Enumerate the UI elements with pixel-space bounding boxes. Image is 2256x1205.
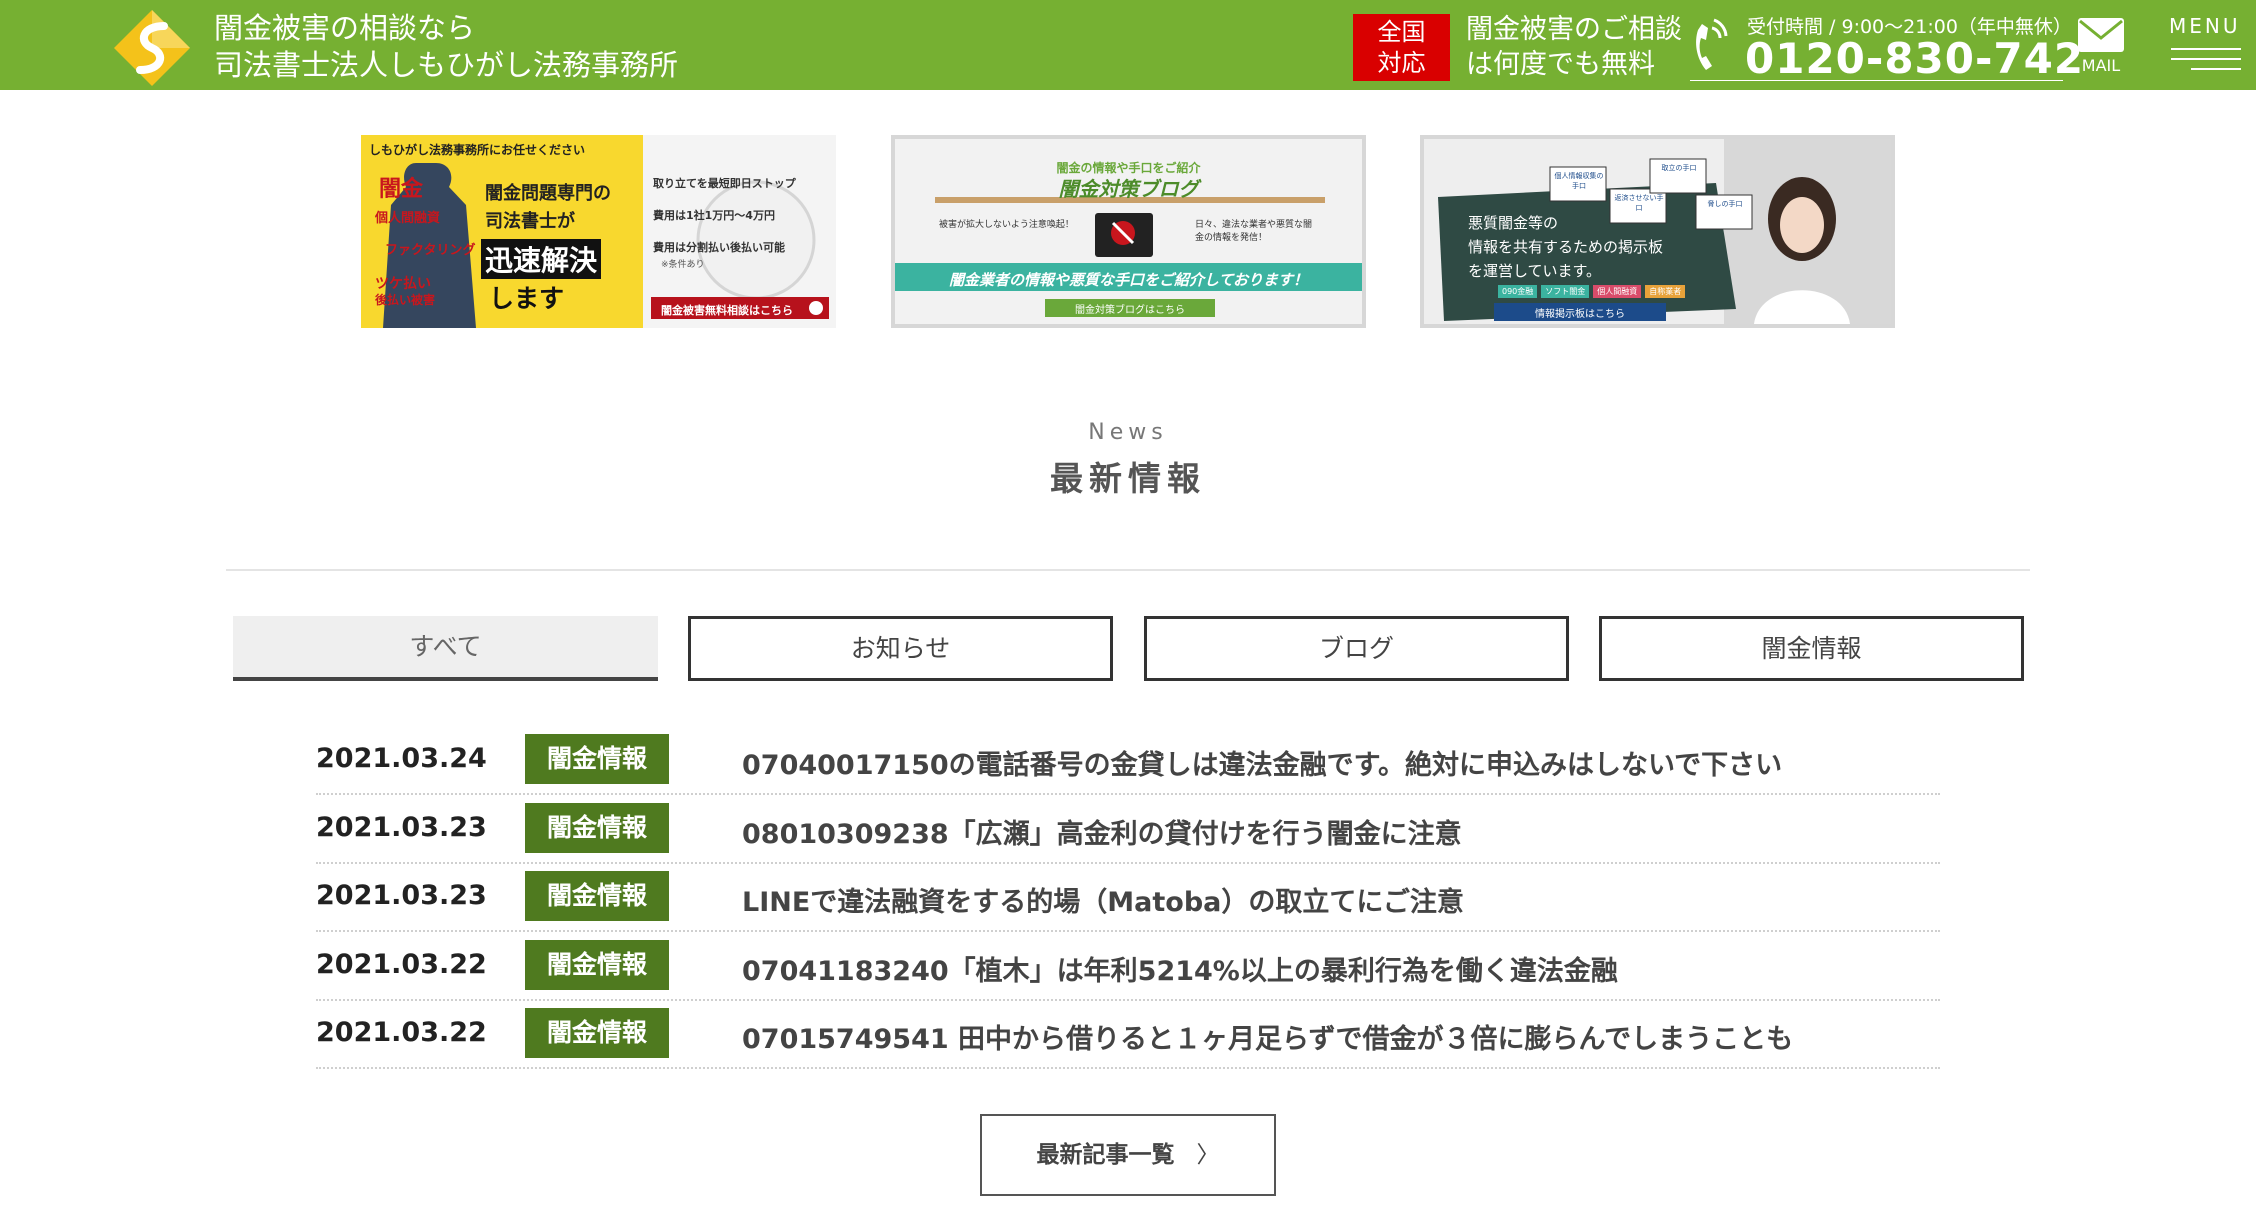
news-date: 2021.03.22	[316, 1017, 487, 1048]
brand-name[interactable]: 闇金被害の相談なら 司法書士法人しもひがし法務事務所	[214, 10, 678, 84]
tab-notices[interactable]: お知らせ	[688, 616, 1113, 681]
banner1-word: 個人間融資	[375, 211, 441, 226]
phone-underline	[1690, 80, 2063, 81]
hamburger-bar	[2191, 68, 2241, 70]
banner3-cta[interactable]: 情報掲示板はこちら	[1494, 305, 1666, 320]
menu-button[interactable]: MENU	[2165, 14, 2243, 74]
nationwide-badge: 全国 対応	[1353, 14, 1450, 81]
banner3-text: 悪質闇金等の 情報を共有するための掲示板 を運営しています。	[1468, 214, 1664, 280]
banner1-cta[interactable]: 闇金被害無料相談はこちら	[661, 302, 793, 318]
tab-yamikin-info[interactable]: 闇金情報	[1599, 616, 2024, 681]
news-category-badge[interactable]: 闇金情報	[525, 940, 669, 990]
news-date: 2021.03.23	[316, 812, 487, 843]
news-date: 2021.03.22	[316, 949, 487, 980]
news-title-link[interactable]: LINEで違法融資をする的場（Matoba）の取立てにご注意	[742, 880, 1464, 919]
news-category-badge[interactable]: 闇金情報	[525, 803, 669, 853]
section-divider	[226, 569, 2030, 571]
news-row[interactable]: 2021.03.22 闇金情報 07041183240「植木」は年利5214%以…	[316, 931, 1940, 1001]
latest-articles-label: 最新記事一覧	[1036, 1142, 1175, 1168]
banner2-note: 被害が拡大しないよう注意喚起！	[939, 220, 1074, 230]
news-heading: 最新情報	[1050, 459, 1206, 498]
banner3-tag: 個人間融資	[1593, 285, 1642, 298]
tab-blog[interactable]: ブログ	[1144, 616, 1569, 681]
banner1-note: ※条件あり	[661, 260, 705, 270]
banner1-point: 費用は1社1万円～4万円	[653, 209, 775, 222]
news-category-badge[interactable]: 闇金情報	[525, 871, 669, 921]
latest-articles-button[interactable]: 最新記事一覧 〉	[980, 1114, 1276, 1196]
tab-all[interactable]: すべて	[233, 616, 658, 681]
banner3-card: 個人情報収集の手口	[1554, 172, 1604, 190]
banner1-point: 取り立てを最短即日ストップ	[653, 177, 796, 190]
banner2-note: 日々、違法な業者や悪質な闇金の情報を発信！	[1195, 220, 1313, 243]
news-date: 2021.03.24	[316, 743, 487, 774]
phone-number-link[interactable]: 0120-830-742	[1745, 34, 2084, 83]
banner2-stripe: 闇金業者の情報や悪質な手口をご紹介しております！	[948, 271, 1309, 289]
site-header: 闇金被害の相談なら 司法書士法人しもひがし法務事務所 全国 対応 闇金被害のご相…	[0, 0, 2256, 90]
banner3-tags: 090金融 ソフト闇金 個人間融資 自称業者	[1498, 285, 1686, 298]
hamburger-bar	[2171, 58, 2241, 60]
news-row[interactable]: 2021.03.24 闇金情報 07040017150の電話番号の金貸しは違法金…	[316, 725, 1940, 795]
chevron-right-icon: 〉	[1196, 1142, 1220, 1168]
banner3-tag: 自称業者	[1645, 285, 1686, 298]
banner3-card: 脅しの手口	[1707, 200, 1743, 208]
consultation-banner[interactable]: しもひがし法務事務所にお任せください 闇金 個人間融資 ファクタリング ツケ払い…	[361, 135, 836, 328]
free-consult-text: 闇金被害のご相談 は何度でも無料	[1466, 14, 1682, 80]
news-category-badge[interactable]: 闇金情報	[525, 1008, 669, 1058]
banner3-tag: ソフト闇金	[1541, 285, 1590, 298]
menu-label: MENU	[2169, 14, 2241, 38]
news-heading-en: News	[1088, 420, 1168, 445]
banner2-title: 闇金対策ブログ	[1058, 177, 1199, 201]
news-title-link[interactable]: 07040017150の電話番号の金貸しは違法金融です。絶対に申込みはしないで下…	[742, 743, 1782, 782]
news-row[interactable]: 2021.03.23 闇金情報 LINEで違法融資をする的場（Matoba）の取…	[316, 862, 1940, 932]
bulletin-board-banner[interactable]: 個人情報収集の手口 返済させない手口 取立の手口 脅しの手口 悪質闇金等の 情報…	[1420, 135, 1895, 328]
logo-icon[interactable]	[112, 8, 192, 88]
news-row[interactable]: 2021.03.22 闇金情報 07015749541 田中から借りると１ヶ月足…	[316, 999, 1940, 1069]
news-title-link[interactable]: 08010309238「広瀬」高金利の貸付けを行う闇金に注意	[742, 812, 1462, 851]
blog-banner[interactable]: 闇金の情報や手口をご紹介 闇金対策ブログ 被害が拡大しないよう注意喚起！ 日々、…	[891, 135, 1366, 328]
banner1-word: 後払い被害	[375, 293, 436, 307]
banner3-card: 返済させない手口	[1614, 194, 1664, 212]
banner1-word: ファクタリング	[385, 243, 476, 258]
banner1-word: ツケ払い	[375, 276, 431, 292]
mail-label[interactable]: MAIL	[2076, 56, 2126, 75]
news-row[interactable]: 2021.03.23 闇金情報 08010309238「広瀬」高金利の貸付けを行…	[316, 794, 1940, 864]
phone-icon	[1696, 18, 1728, 70]
news-title-link[interactable]: 07041183240「植木」は年利5214%以上の暴利行為を働く違法金融	[742, 949, 1618, 988]
banner1-highlight: 迅速解決	[481, 239, 602, 279]
hamburger-bar	[2171, 48, 2241, 50]
banner1-mid: 司法書士が	[485, 211, 575, 232]
banner1-top-text: しもひがし法務事務所にお任せください	[369, 143, 586, 157]
banner1-mid: 闇金問題専門の	[485, 183, 611, 204]
news-date: 2021.03.23	[316, 880, 487, 911]
banner2-cta[interactable]: 闇金対策ブログはこちら	[1045, 301, 1215, 316]
banner3-tag: 090金融	[1498, 285, 1538, 298]
banner1-mid: します	[489, 284, 565, 313]
news-category-badge[interactable]: 闇金情報	[525, 734, 669, 784]
banner3-card: 取立の手口	[1661, 164, 1697, 172]
news-title-link[interactable]: 07015749541 田中から借りると１ヶ月足らずで借金が３倍に膨らんでしまう…	[742, 1017, 1793, 1056]
banner1-point: 費用は分割払い後払い可能	[653, 241, 785, 254]
banner1-word: 闇金	[379, 177, 424, 202]
